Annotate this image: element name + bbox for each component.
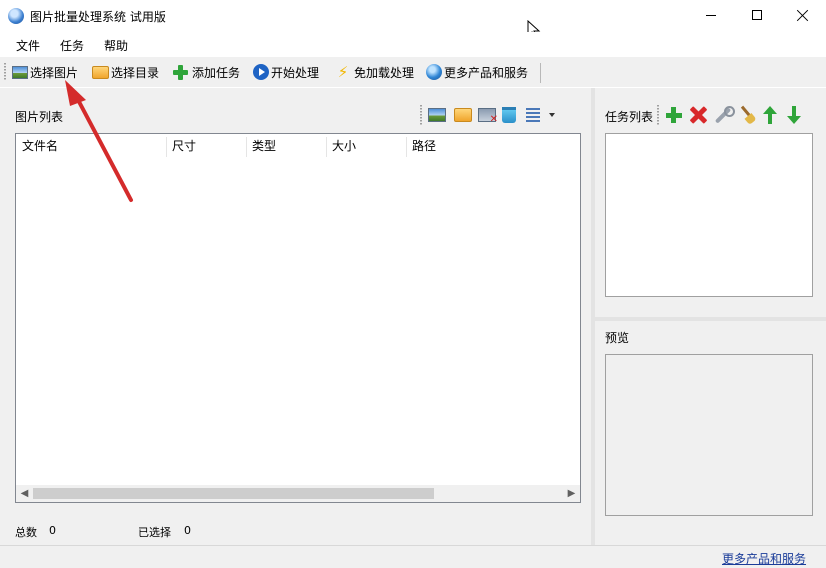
main-toolbar: 选择图片 选择目录 添加任务 开始处理 ⚡ 免加载处理 更多产品和服务	[0, 57, 826, 87]
view-dropdown-chevron-icon[interactable]	[549, 113, 555, 117]
add-task-button[interactable]: 添加任务	[172, 61, 240, 83]
image-list-panel: 图片列表 文件名 尺寸 类型 大小 路径 ◀ ▶ 总数 0 已选择 0	[0, 88, 591, 545]
task-list-panel: 任务列表	[595, 88, 826, 317]
table-header: 文件名 尺寸 类型 大小 路径	[16, 134, 580, 159]
task-list-title: 任务列表	[605, 110, 654, 124]
scrollbar-thumb[interactable]	[33, 488, 434, 499]
preview-title: 预览	[605, 331, 630, 345]
more-products-link[interactable]: 更多产品和服务	[722, 550, 806, 567]
add-task-icon[interactable]	[665, 106, 683, 124]
preview-area	[605, 354, 813, 516]
more-products-label: 更多产品和服务	[444, 65, 529, 80]
start-processing-button[interactable]: 开始处理	[253, 61, 319, 83]
column-size[interactable]: 大小	[326, 134, 406, 159]
add-task-label: 添加任务	[192, 65, 241, 80]
preview-panel: 预览	[595, 321, 826, 545]
no-load-processing-button[interactable]: ⚡ 免加载处理	[334, 61, 414, 83]
select-folder-button[interactable]: 选择目录	[92, 61, 159, 83]
globe-icon	[426, 64, 442, 80]
delete-task-icon[interactable]	[689, 106, 707, 124]
image-list-title: 图片列表	[15, 110, 64, 124]
plus-icon	[172, 64, 190, 80]
task-toolbar-grip[interactable]	[657, 105, 659, 125]
more-products-button[interactable]: 更多产品和服务	[426, 61, 528, 83]
move-down-icon[interactable]	[785, 106, 803, 124]
menu-task[interactable]: 任务	[60, 37, 84, 54]
move-up-icon[interactable]	[761, 106, 779, 124]
remove-image-icon[interactable]	[478, 108, 498, 125]
status-bar: 更多产品和服务	[0, 545, 826, 568]
scroll-right-icon[interactable]: ▶	[563, 485, 580, 502]
selected-label: 已选择	[138, 526, 171, 539]
column-filename[interactable]: 文件名	[16, 134, 166, 159]
select-folder-label: 选择目录	[111, 65, 160, 80]
selected-value: 0	[184, 524, 191, 537]
task-list-box[interactable]	[605, 133, 813, 297]
column-type[interactable]: 类型	[246, 134, 326, 159]
menu-file[interactable]: 文件	[16, 37, 40, 54]
start-processing-label: 开始处理	[271, 65, 320, 80]
title-bar: 图片批量处理系统 试用版	[0, 0, 826, 32]
maximize-icon	[752, 10, 762, 20]
play-icon	[253, 64, 269, 80]
horizontal-scrollbar[interactable]: ◀ ▶	[16, 485, 580, 502]
window-title: 图片批量处理系统 试用版	[30, 10, 166, 24]
select-images-button[interactable]: 选择图片	[12, 61, 78, 83]
add-image-icon[interactable]	[428, 108, 446, 122]
toolbar-separator	[540, 63, 541, 83]
toolbar-grip[interactable]	[4, 63, 6, 81]
select-images-label: 选择图片	[30, 65, 79, 80]
column-path[interactable]: 路径	[406, 134, 576, 159]
add-folder-icon[interactable]	[454, 108, 472, 122]
clear-list-icon[interactable]	[502, 107, 516, 123]
column-dimensions[interactable]: 尺寸	[166, 134, 246, 159]
folder-icon	[92, 65, 109, 79]
no-load-processing-label: 免加载处理	[354, 65, 415, 80]
menu-help[interactable]: 帮助	[104, 37, 128, 54]
minimize-button[interactable]	[688, 0, 734, 30]
menu-bar: 文件 任务 帮助	[0, 32, 826, 56]
view-list-icon[interactable]	[526, 108, 540, 122]
close-button[interactable]	[780, 0, 826, 30]
minimize-icon	[706, 14, 716, 16]
maximize-button[interactable]	[734, 0, 780, 30]
total-value: 0	[49, 524, 56, 537]
image-list-table[interactable]: 文件名 尺寸 类型 大小 路径 ◀ ▶	[15, 133, 581, 503]
list-toolbar-grip[interactable]	[420, 105, 422, 125]
close-icon	[797, 9, 809, 21]
broom-icon[interactable]	[737, 106, 755, 124]
picture-icon	[12, 65, 28, 79]
scroll-left-icon[interactable]: ◀	[16, 485, 33, 502]
wrench-icon[interactable]	[713, 106, 735, 124]
app-icon	[8, 8, 24, 24]
lightning-icon: ⚡	[337, 63, 349, 81]
total-label: 总数	[15, 526, 37, 539]
